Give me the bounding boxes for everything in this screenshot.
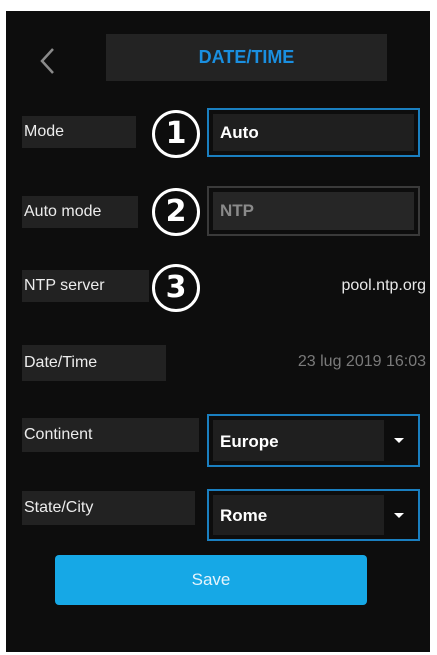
state-city-value: Rome: [220, 506, 268, 525]
chevron-down-icon: [394, 513, 404, 518]
date-time-label: Date/Time: [22, 345, 166, 381]
auto-mode-field[interactable]: NTP: [207, 186, 420, 236]
state-city-select[interactable]: Rome: [207, 489, 420, 541]
step-badge-2: 2: [152, 188, 200, 236]
ntp-server-value[interactable]: pool.ntp.org: [226, 277, 426, 299]
device-screen: DATE/TIME Mode 1 Auto Auto mode 2 NTP NT…: [6, 11, 430, 652]
step-badge-3: 3: [152, 264, 200, 312]
mode-label: Mode: [22, 116, 136, 148]
mode-value: Auto: [220, 123, 259, 142]
auto-mode-value: NTP: [220, 201, 254, 220]
chevron-left-icon: [40, 48, 54, 74]
chevron-down-icon: [394, 438, 404, 443]
save-button[interactable]: Save: [55, 555, 367, 605]
continent-select[interactable]: Europe: [207, 414, 420, 467]
ntp-server-label: NTP server: [22, 270, 149, 302]
step-badge-1: 1: [152, 110, 200, 158]
continent-label: Continent: [22, 418, 199, 452]
date-time-value: 23 lug 2019 16:03: [297, 353, 426, 370]
auto-mode-label: Auto mode: [22, 196, 138, 228]
continent-value: Europe: [220, 432, 279, 451]
mode-field[interactable]: Auto: [207, 108, 420, 157]
page-title: DATE/TIME: [106, 34, 387, 81]
state-city-label: State/City: [22, 491, 195, 525]
back-button[interactable]: [33, 41, 61, 81]
